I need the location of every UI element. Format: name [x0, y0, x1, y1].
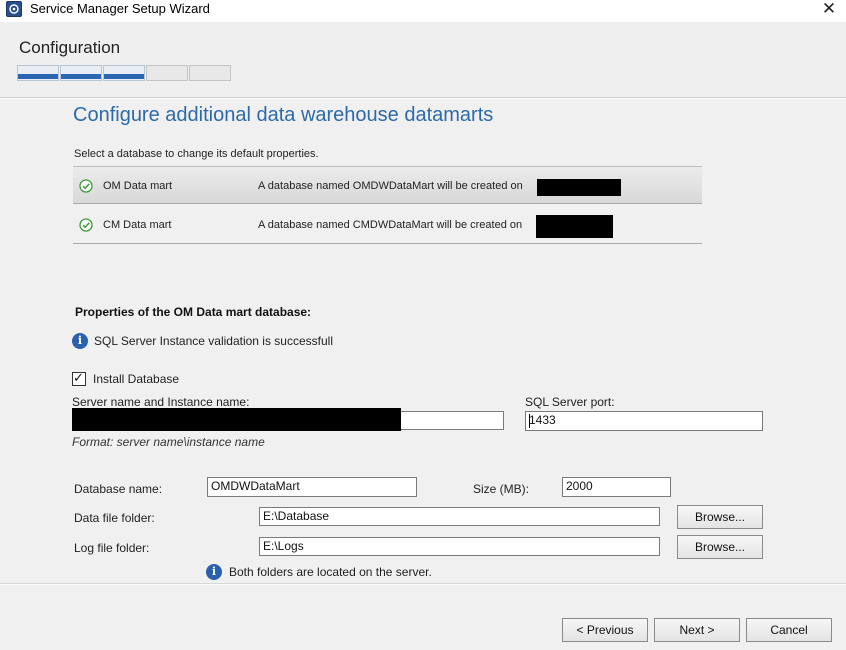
progress-step-3 [103, 65, 145, 81]
check-circle-icon [79, 179, 93, 193]
progress-step-4 [146, 65, 188, 81]
datamart-name: CM Data mart [103, 219, 172, 231]
server-instance-label: Server name and Instance name: [72, 395, 250, 409]
page-hint: Select a database to change its default … [74, 148, 319, 160]
data-folder-label: Data file folder: [74, 511, 155, 525]
sql-port-label: SQL Server port: [525, 395, 615, 409]
size-label: Size (MB): [473, 482, 530, 496]
install-database-label: Install Database [93, 372, 180, 386]
data-folder-input[interactable]: E:\Database [259, 507, 660, 526]
redacted-server-name [536, 215, 613, 238]
stage-title: Configuration [19, 38, 121, 57]
progress-step-2 [60, 65, 102, 81]
wizard-header [0, 22, 846, 97]
folders-note: Both folders are located on the server. [229, 565, 432, 579]
database-name-label: Database name: [74, 482, 163, 496]
datamart-name: OM Data mart [103, 180, 173, 192]
setup-wizard-icon [6, 1, 22, 17]
footer-divider-highlight [0, 584, 846, 585]
close-window-button[interactable]: ✕ [816, 0, 842, 19]
size-input[interactable]: 2000 [562, 477, 671, 497]
log-folder-label: Log file folder: [74, 541, 150, 555]
progress-step-5 [189, 65, 231, 81]
cancel-button[interactable]: Cancel [746, 618, 832, 642]
datamart-list: OM Data mart A database named OMDWDataMa… [73, 166, 702, 245]
sql-port-input[interactable]: 1433 [525, 411, 763, 431]
datamart-description: A database named OMDWDataMart will be cr… [258, 180, 523, 192]
text-caret [529, 414, 530, 428]
progress-step-1 [17, 65, 59, 81]
page-title: Configure additional data warehouse data… [73, 104, 494, 126]
validation-message: SQL Server Instance validation is succes… [94, 334, 333, 348]
redacted-server-name [537, 179, 621, 196]
database-name-input[interactable]: OMDWDataMart [207, 477, 417, 497]
info-icon: i [72, 333, 88, 349]
browse-log-folder-button[interactable]: Browse... [677, 535, 763, 559]
header-divider-highlight [0, 98, 846, 99]
datamart-row-cm[interactable]: CM Data mart A database named CMDWDataMa… [73, 206, 702, 244]
log-folder-input[interactable]: E:\Logs [259, 537, 660, 556]
redacted-server-instance [72, 408, 401, 431]
checkmark-icon: ✓ [73, 370, 84, 385]
server-format-hint: Format: server name\instance name [72, 435, 265, 449]
install-database-checkbox[interactable]: ✓ [72, 370, 86, 386]
datamart-description: A database named CMDWDataMart will be cr… [258, 219, 523, 231]
wizard-progress [17, 65, 233, 81]
sql-port-value: 1433 [529, 413, 556, 427]
next-button[interactable]: Next > [654, 618, 740, 642]
window-title: Service Manager Setup Wizard [30, 1, 210, 16]
previous-button[interactable]: < Previous [562, 618, 648, 642]
check-circle-icon [79, 218, 93, 232]
datamart-row-om[interactable]: OM Data mart A database named OMDWDataMa… [73, 166, 702, 204]
properties-title: Properties of the OM Data mart database: [75, 305, 312, 319]
browse-data-folder-button[interactable]: Browse... [677, 505, 763, 529]
info-icon: i [206, 564, 222, 580]
